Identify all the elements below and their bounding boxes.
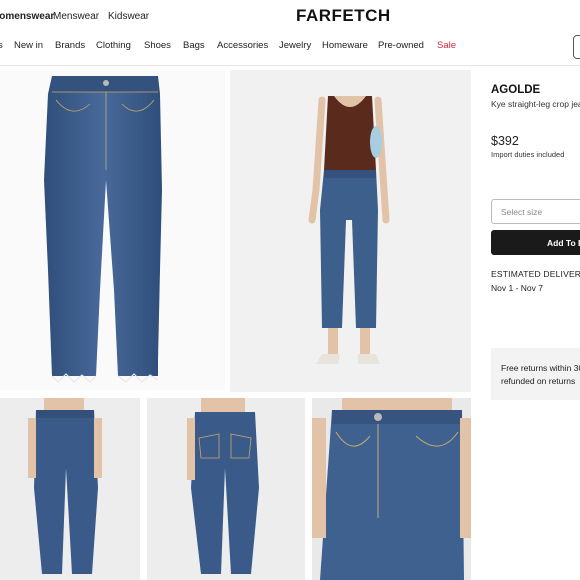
product-brand[interactable]: AGOLDE [491,84,540,96]
product-price: $392 [491,134,519,148]
category-pre-owned[interactable]: Pre-owned [378,40,424,51]
category-brands[interactable]: Brands [55,40,85,51]
category-bags[interactable]: Bags [183,40,205,51]
product-image-model[interactable] [230,70,471,392]
thumbnail-detail-illustration [312,398,471,580]
thumbnail-back-illustration [147,398,305,580]
gender-tab-menswear[interactable]: Menswear [53,11,99,22]
jeans-flat-illustration [44,76,162,383]
category-sale[interactable]: Sale [437,40,456,51]
product-thumbnail-front[interactable] [0,398,140,580]
category-nav: s New in Brands Clothing Shoes Bags Acce… [0,40,580,56]
size-select[interactable]: Select size [491,199,580,224]
product-name: Kye straight-leg crop jeans [491,99,580,109]
header-divider [0,65,580,66]
model-illustration [230,70,471,392]
product-thumbnail-back[interactable] [147,398,305,580]
farfetch-logo[interactable]: FARFETCH [296,6,391,26]
delivery-title: ESTIMATED DELIVERY [491,269,580,279]
gender-tab-kidswear[interactable]: Kidswear [108,11,149,22]
returns-line-2: refunded on returns [501,375,576,386]
category-new-in[interactable]: New in [14,40,43,51]
product-image-flat[interactable] [0,70,225,390]
delivery-dates: Nov 1 - Nov 7 [491,283,543,293]
returns-info: Free returns within 30 days refunded on … [491,348,580,400]
category-home[interactable]: s [0,40,3,51]
category-homeware[interactable]: Homeware [322,40,368,51]
category-clothing[interactable]: Clothing [96,40,131,51]
thumbnail-front-illustration [0,398,140,580]
duties-note: Import duties included [491,150,565,159]
category-shoes[interactable]: Shoes [144,40,171,51]
product-thumbnail-detail[interactable] [312,398,471,580]
add-to-bag-button[interactable]: Add To Bag [491,230,580,255]
returns-line-1: Free returns within 30 days [501,363,580,373]
search-input[interactable] [573,35,580,59]
category-jewelry[interactable]: Jewelry [279,40,311,51]
category-accessories[interactable]: Accessories [217,40,268,51]
gender-tab-womenswear[interactable]: Womenswear [0,11,54,22]
